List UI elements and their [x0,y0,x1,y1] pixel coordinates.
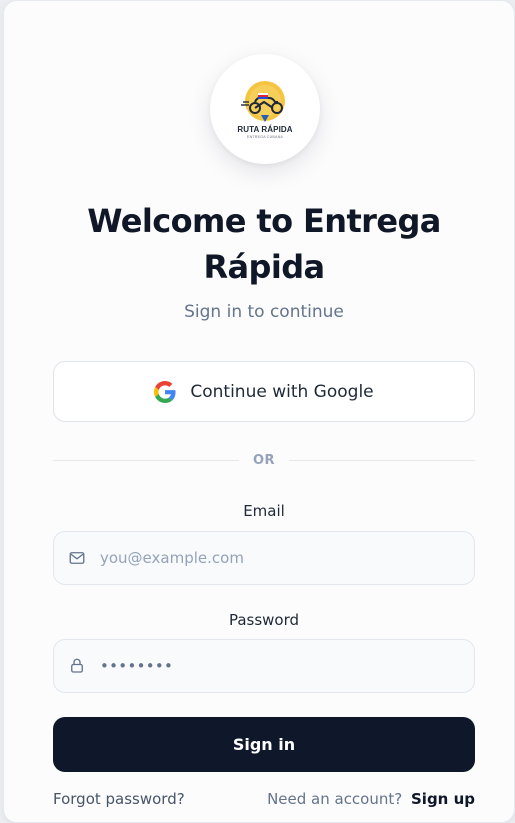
email-label: Email [243,502,285,520]
page-subtitle: Sign in to continue [184,302,344,322]
need-account-text: Need an account? [267,790,403,808]
divider-label: OR [252,452,276,468]
lock-icon [71,658,83,673]
logo-image [241,81,285,122]
mail-icon [69,552,85,564]
brand-tagline: ENTREGA CUBANA [247,135,283,139]
brand-name: RUTA RÁPIDA [237,125,293,134]
google-icon [154,380,176,403]
sign-up-link[interactable]: Sign up [411,790,475,808]
password-input[interactable]: •••••••• [100,657,173,675]
password-field-container[interactable]: •••••••• [53,639,475,693]
page-title: Welcome to Entrega Rápida [87,202,441,286]
google-signin-label: Continue with Google [190,381,374,402]
google-signin-button[interactable]: Continue with Google [53,361,475,422]
email-input[interactable] [100,532,460,584]
or-divider: OR [53,448,475,472]
brand-logo: RUTA RÁPIDA ENTREGA CUBANA [210,54,320,164]
divider-line-right [289,459,475,461]
login-card: RUTA RÁPIDA ENTREGA CUBANA Welcome to En… [3,0,515,823]
forgot-password-link[interactable]: Forgot password? [53,790,185,808]
auth-footer: Forgot password? Need an account? Sign u… [53,789,475,809]
email-field-container[interactable] [53,531,475,585]
sign-in-button[interactable]: Sign in [53,717,475,772]
password-label: Password [228,611,300,629]
signup-prompt: Need an account? Sign up [267,790,475,808]
divider-line-left [53,459,239,461]
